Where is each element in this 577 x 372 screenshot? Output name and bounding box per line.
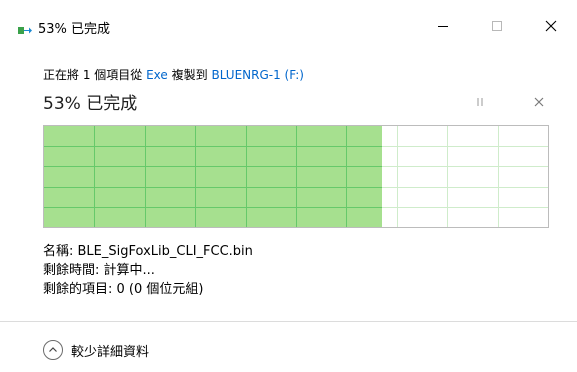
cancel-icon [534, 97, 544, 107]
copy-details: 名稱: BLE_SigFoxLib_CLI_FCC.bin 剩餘時間: 計算中.… [43, 242, 253, 299]
pause-icon [477, 98, 483, 106]
maximize-button[interactable] [474, 10, 520, 42]
close-button[interactable] [528, 10, 574, 42]
progress-graph-canvas [44, 126, 548, 227]
source-folder-link[interactable]: Exe [146, 68, 168, 82]
pause-button[interactable] [470, 92, 490, 112]
progress-title: 53% 已完成 [43, 94, 138, 114]
chevron-up-icon [43, 340, 63, 360]
items-remaining: 剩餘的項目: 0 (0 個位元組) [43, 282, 204, 297]
file-copy-icon [18, 21, 32, 34]
destination-drive-link[interactable]: BLUENRG-1 (F:) [211, 68, 303, 82]
footer-divider [0, 321, 577, 322]
fewer-details-label: 較少詳細資料 [71, 344, 150, 360]
minimize-button[interactable] [420, 10, 466, 42]
copy-prefix: 正在將 1 個項目從 [43, 68, 143, 82]
window-title: 53% 已完成 [38, 22, 111, 37]
maximize-icon [492, 21, 502, 31]
file-name: 名稱: BLE_SigFoxLib_CLI_FCC.bin [43, 244, 253, 259]
minimize-icon [438, 26, 448, 27]
copy-description: 正在將 1 個項目從 Exe 複製到 BLUENRG-1 (F:) [43, 66, 304, 83]
fewer-details-toggle[interactable]: 較少詳細資料 [43, 340, 149, 360]
close-icon [545, 20, 557, 32]
title-bar: 53% 已完成 [0, 0, 577, 44]
cancel-button[interactable] [529, 92, 549, 112]
time-remaining: 剩餘時間: 計算中... [43, 263, 155, 278]
copy-middle: 複製到 [171, 68, 208, 82]
progress-graph [43, 125, 549, 228]
